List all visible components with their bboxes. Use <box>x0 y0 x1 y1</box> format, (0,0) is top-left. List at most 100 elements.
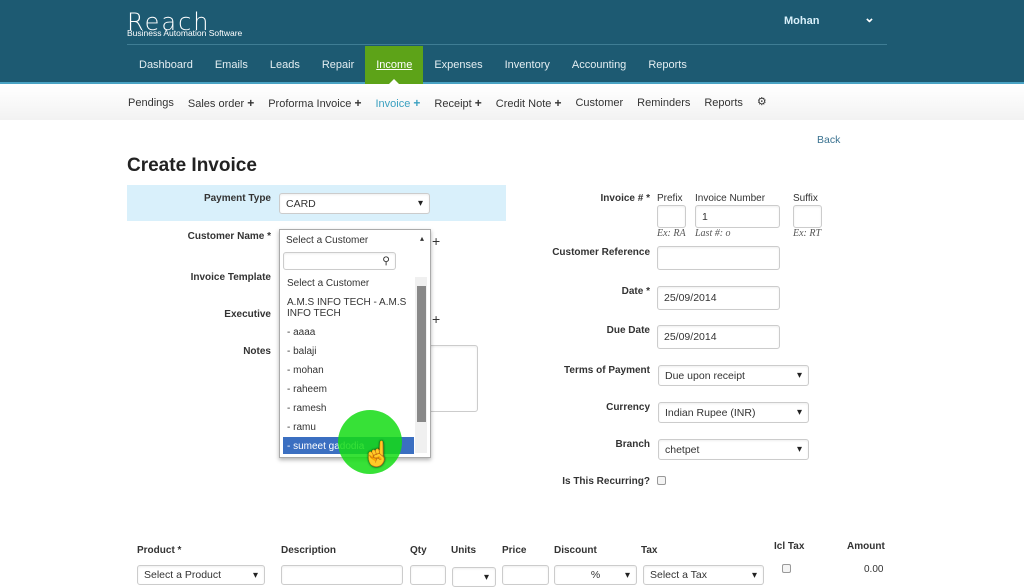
terms-select[interactable]: Due upon receipt <box>658 365 809 386</box>
add-executive-icon[interactable]: + <box>432 311 440 327</box>
payment-type-select[interactable]: CARD <box>279 193 430 214</box>
nav-reports[interactable]: Reports <box>637 46 698 84</box>
subnav-proforma[interactable]: Proforma Invoice + <box>268 96 361 110</box>
nav-leads[interactable]: Leads <box>259 46 311 84</box>
gear-icon[interactable]: ⚙ <box>757 95 767 108</box>
chevron-up-icon[interactable]: ▴ <box>420 234 424 243</box>
list-item[interactable]: - ramesh <box>287 403 326 414</box>
value: 25/09/2014 <box>664 292 717 304</box>
label: Proforma Invoice <box>268 98 352 110</box>
col-tax: Tax <box>641 545 658 556</box>
tax-select[interactable]: Select a Tax <box>643 565 764 585</box>
back-link[interactable]: Back <box>817 134 840 146</box>
col-discount: Discount <box>554 545 597 556</box>
scrollbar-thumb[interactable] <box>417 286 426 422</box>
qty-input[interactable] <box>410 565 446 585</box>
hand-cursor-icon: ☝ <box>362 441 392 468</box>
label: Receipt <box>434 98 472 110</box>
col-amount: Amount <box>847 541 885 552</box>
col-qty: Qty <box>410 545 427 556</box>
sub-nav: Pendings Sales order + Proforma Invoice … <box>0 86 1024 120</box>
subnav-reports[interactable]: Reports <box>704 97 743 109</box>
value: Select a Product <box>144 569 222 581</box>
plus-icon[interactable]: + <box>413 96 420 110</box>
nav-accounting[interactable]: Accounting <box>561 46 637 84</box>
list-item[interactable]: - balaji <box>287 346 316 357</box>
list-item[interactable]: A.M.S INFO TECH - A.M.S INFO TECH <box>287 297 413 319</box>
nav-income[interactable]: Income <box>365 46 424 84</box>
plus-icon[interactable]: + <box>247 96 254 110</box>
nav-emails[interactable]: Emails <box>204 46 259 84</box>
amount-value: 0.00 <box>864 564 884 575</box>
discount-select[interactable]: % <box>554 565 637 585</box>
customer-reference-input[interactable] <box>657 246 780 270</box>
units-select[interactable] <box>452 567 496 587</box>
prefix-input[interactable] <box>657 205 686 228</box>
list-item[interactable]: - mohan <box>287 365 324 376</box>
subnav-credit-note[interactable]: Credit Note + <box>496 96 562 110</box>
suffix-hint: Ex: RT <box>793 228 822 239</box>
payment-type-label: Payment Type <box>203 193 271 204</box>
description-input[interactable] <box>281 565 403 585</box>
recurring-checkbox[interactable] <box>657 476 666 485</box>
number-hint: Last #: o <box>695 228 731 239</box>
add-customer-icon[interactable]: + <box>432 233 440 249</box>
chevron-down-icon[interactable]: ⌄ <box>864 10 875 26</box>
col-units: Units <box>451 545 476 556</box>
suffix-label: Suffix <box>793 193 818 204</box>
nav-dashboard[interactable]: Dashboard <box>128 46 204 84</box>
label: Credit Note <box>495 98 552 110</box>
top-header: Reach Business Automation Software Mohan… <box>0 0 1024 84</box>
notes-label: Notes <box>243 346 271 357</box>
list-item[interactable]: Select a Customer <box>287 278 369 289</box>
subnav-invoice[interactable]: Invoice + <box>375 96 420 110</box>
label: Pendings <box>128 97 174 109</box>
search-icon: ⚲ <box>382 255 390 267</box>
main-nav: Dashboard Emails Leads Repair Income Exp… <box>128 46 698 84</box>
customer-name-label: Customer Name * <box>187 231 271 242</box>
col-description: Description <box>281 545 337 556</box>
price-input[interactable] <box>502 565 549 585</box>
branch-label: Branch <box>615 439 650 450</box>
subnav-receipt[interactable]: Receipt + <box>434 96 481 110</box>
value: chetpet <box>665 443 700 456</box>
value: Select a Tax <box>650 569 708 581</box>
nav-repair[interactable]: Repair <box>311 46 365 84</box>
customer-select-value: Select a Customer <box>286 235 369 246</box>
label: Customer <box>575 97 624 109</box>
label: Reports <box>704 97 743 109</box>
subnav-reminders[interactable]: Reminders <box>637 97 690 109</box>
list-item[interactable]: - aaaa <box>287 327 315 338</box>
list-item[interactable]: - ramu <box>287 422 316 433</box>
prefix-label: Prefix <box>657 193 683 204</box>
nav-inventory[interactable]: Inventory <box>494 46 561 84</box>
invoice-number-input[interactable]: 1 <box>695 205 780 228</box>
product-select[interactable]: Select a Product <box>137 565 265 585</box>
currency-select[interactable]: Indian Rupee (INR) <box>658 402 809 423</box>
subnav-sales-order[interactable]: Sales order + <box>188 96 254 110</box>
terms-label: Terms of Payment <box>564 365 650 376</box>
branch-select[interactable]: chetpet <box>658 439 809 460</box>
col-icl-tax: Icl Tax <box>774 541 805 552</box>
currency-label: Currency <box>606 402 650 413</box>
list-item[interactable]: - raheem <box>287 384 327 395</box>
nav-expenses[interactable]: Expenses <box>423 46 493 84</box>
value: % <box>590 569 601 581</box>
plus-icon[interactable]: + <box>354 96 361 110</box>
suffix-input[interactable] <box>793 205 822 228</box>
icl-tax-checkbox[interactable] <box>782 564 791 573</box>
user-menu[interactable]: Mohan <box>784 15 819 27</box>
value: Due upon receipt <box>665 369 745 382</box>
subnav-customer[interactable]: Customer <box>575 97 623 109</box>
customer-reference-label: Customer Reference <box>552 247 650 258</box>
value: 25/09/2014 <box>664 331 717 343</box>
label: Reminders <box>637 97 691 109</box>
col-product: Product * <box>137 545 182 556</box>
customer-search-input[interactable]: ⚲ <box>283 252 396 270</box>
col-price: Price <box>502 545 527 556</box>
subnav-pendings[interactable]: Pendings <box>128 97 174 109</box>
plus-icon[interactable]: + <box>554 96 561 110</box>
date-input[interactable]: 25/09/2014 <box>657 286 780 310</box>
plus-icon[interactable]: + <box>475 96 482 110</box>
due-date-input[interactable]: 25/09/2014 <box>657 325 780 349</box>
